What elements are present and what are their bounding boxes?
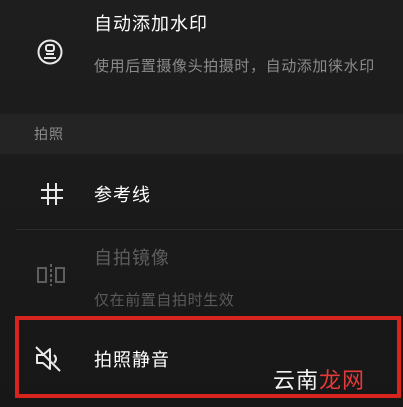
section-header-label: 拍照: [34, 127, 64, 143]
watermark-text-a: 云南: [272, 369, 319, 394]
watermark-text-b: 龙网: [318, 369, 365, 394]
site-watermark: 云南龙网: [273, 363, 365, 395]
section-header-photo: 拍照: [0, 114, 403, 154]
grid-lines-title: 参考线: [94, 185, 151, 206]
grid-lines-setting[interactable]: 参考线: [0, 155, 403, 229]
auto-watermark-description: 使用后置摄像头拍摄时，自动添加徕水印: [94, 57, 375, 75]
mirror-icon: [37, 264, 65, 286]
selfie-mirror-title: 自拍镜像: [94, 248, 170, 269]
seal-icon: [37, 39, 63, 65]
grid-icon: [41, 183, 63, 205]
selfie-mirror-description: 仅在前置自拍时生效: [94, 291, 235, 309]
auto-watermark-setting[interactable]: 自动添加水印 使用后置摄像头拍摄时，自动添加徕水印: [0, 0, 403, 114]
auto-watermark-title: 自动添加水印: [94, 14, 208, 35]
camera-settings-screen: 自动添加水印 使用后置摄像头拍摄时，自动添加徕水印 拍照 参考线 自拍镜像 仅在…: [0, 0, 403, 407]
selfie-mirror-setting[interactable]: 自拍镜像 仅在前置自拍时生效: [0, 230, 403, 316]
